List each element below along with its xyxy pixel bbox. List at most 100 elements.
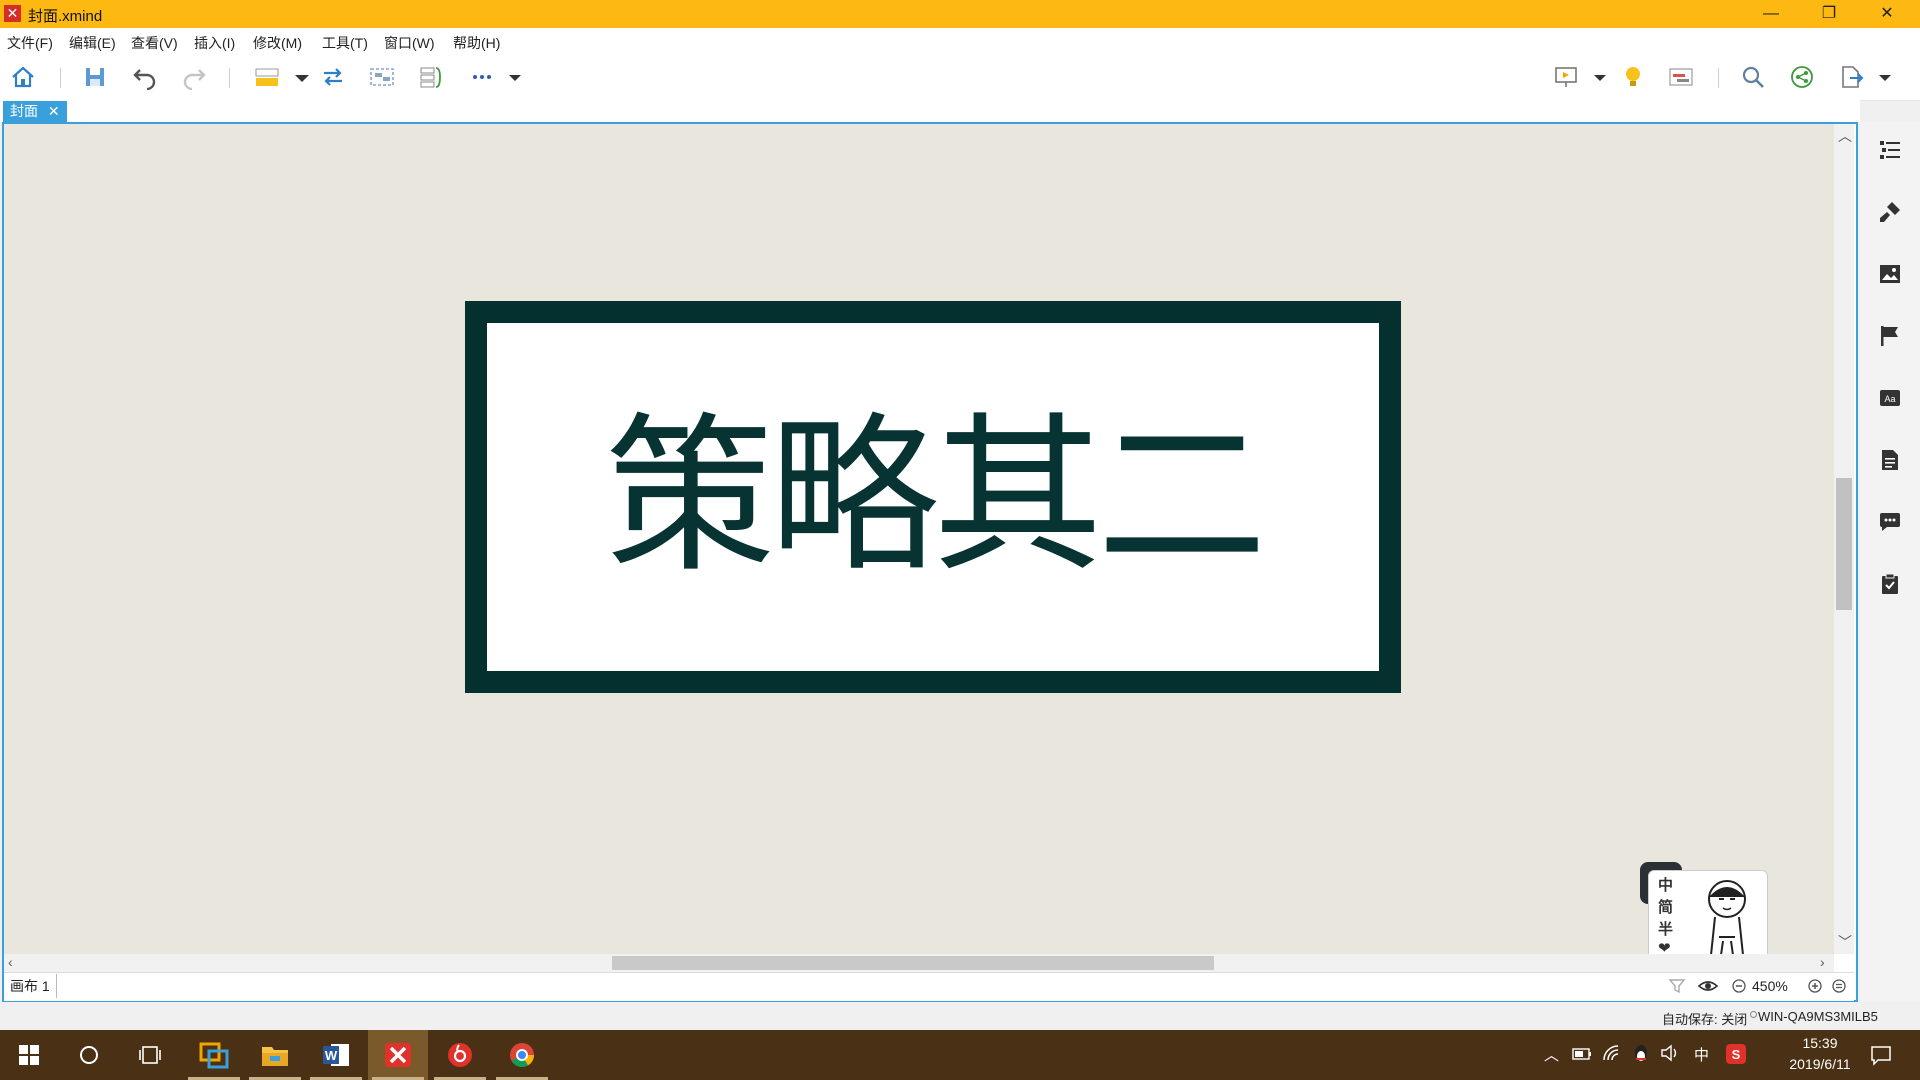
share-icon[interactable] [1789,64,1815,90]
taskbar-app-xmind[interactable] [368,1030,428,1080]
close-button[interactable]: ✕ [1864,0,1910,28]
notes-icon[interactable] [1878,448,1902,472]
zoom-level[interactable]: 450% [1752,978,1788,994]
style-icon[interactable]: Aa [1878,386,1902,410]
ime-mode-halfwidth[interactable]: 半 [1658,918,1673,939]
ime-indicator[interactable]: 中 [1694,1044,1709,1065]
tab-label: 封面 [10,103,38,119]
window-title: 封面.xmind [28,8,103,25]
menu-window[interactable]: 窗口(W) [384,33,435,53]
sheet-tab[interactable]: 画布 1 [4,974,57,998]
image-icon[interactable] [1878,262,1902,286]
search-icon[interactable] [1740,64,1766,90]
gantt-icon[interactable] [1668,64,1694,90]
clock-date[interactable]: 2019/6/11 [1770,1056,1870,1072]
eye-icon[interactable] [1698,977,1718,995]
menu-file[interactable]: 文件(F) [7,33,53,53]
home-icon[interactable] [10,64,36,90]
toolbar [0,54,1920,101]
autosave-status[interactable]: 自动保存: 关闭 [1662,1009,1747,1028]
svg-text:W: W [325,1048,338,1063]
taskbar-app-remote[interactable] [184,1030,244,1080]
right-side-panel [1860,122,1920,1002]
taskbar-app-explorer[interactable] [245,1030,305,1080]
xmind-icon[interactable]: ✕ [4,5,21,22]
menu-help[interactable]: 帮助(H) [453,33,500,53]
export-icon[interactable] [1838,64,1864,90]
svg-text:Aa: Aa [1884,394,1895,404]
volume-icon[interactable] [1660,1044,1680,1062]
topic-icon[interactable] [254,64,280,90]
tab-cover[interactable]: 封面 ✕ [3,101,67,122]
menu-view[interactable]: 查看(V) [131,33,178,53]
status-bar [0,1002,1920,1030]
tray-expand-icon[interactable]: ︿ [1544,1044,1559,1065]
zoom-in-icon[interactable] [1807,978,1823,994]
svg-text:S: S [1732,1047,1741,1062]
menu-tools[interactable]: 工具(T) [322,33,368,53]
battery-icon[interactable] [1572,1046,1592,1062]
save-icon[interactable] [82,64,108,90]
scroll-down-icon[interactable]: ﹀ [1838,932,1852,952]
menu-modify[interactable]: 修改(M) [253,33,302,53]
minimize-button[interactable]: — [1748,0,1794,28]
menu-bar: 文件(F) 编辑(E) 查看(V) 插入(I) 修改(M) 工具(T) 窗口(W… [0,28,1920,54]
taskbar-app-music[interactable] [430,1030,490,1080]
chrome-icon [510,1043,534,1068]
format-brush-icon[interactable] [1878,200,1902,224]
export-dropdown-icon[interactable] [1872,64,1898,90]
xmind-icon [385,1043,411,1067]
file-explorer-icon [262,1047,288,1066]
vertical-scroll-thumb[interactable] [1836,478,1852,610]
relationship-icon[interactable] [320,64,346,90]
outliner-icon[interactable] [1878,138,1902,162]
word-icon: W [323,1044,349,1066]
comments-icon[interactable] [1878,510,1902,534]
presentation-icon[interactable] [1554,64,1580,90]
scroll-left-icon[interactable]: ‹ [8,954,13,970]
editor-tab-strip [0,100,1860,122]
wifi-icon[interactable] [1602,1044,1622,1062]
horizontal-scroll-thumb[interactable] [612,956,1214,970]
user-status-icon [1750,1011,1757,1018]
start-icon[interactable] [18,1044,40,1066]
host-name[interactable]: WIN-QA9MS3MILB5 [1758,1009,1878,1024]
presentation-dropdown-icon[interactable] [1587,64,1613,90]
tab-close-icon[interactable]: ✕ [48,103,60,119]
flag-icon[interactable] [1878,324,1902,348]
restore-button[interactable]: ❐ [1806,0,1852,28]
menu-edit[interactable]: 编辑(E) [69,33,116,53]
task-view-icon[interactable] [138,1044,162,1066]
more-dropdown-icon[interactable] [502,64,528,90]
sheet-status-row [4,972,1854,1001]
central-topic-label[interactable]: 策略其二 [465,301,1401,693]
menu-insert[interactable]: 插入(I) [194,33,235,53]
ime-mode-simplified[interactable]: 简 [1658,896,1673,917]
topic-dropdown-icon[interactable] [289,64,315,90]
clock-time[interactable]: 15:39 [1785,1035,1855,1051]
undo-icon[interactable] [132,64,158,90]
remote-desktop-icon [199,1042,229,1069]
netease-music-icon [448,1043,472,1067]
scroll-right-icon[interactable]: › [1820,954,1825,970]
qq-icon[interactable] [1632,1044,1650,1064]
filter-icon[interactable] [1668,977,1686,995]
summary-icon[interactable] [418,64,444,90]
toolbar-separator [60,68,61,88]
toolbar-separator [1718,68,1719,88]
idea-icon[interactable] [1620,64,1646,90]
boundary-icon[interactable] [369,64,395,90]
sogou-ime-icon[interactable]: S [1726,1044,1746,1064]
fit-map-icon[interactable] [1831,978,1847,994]
redo-icon[interactable] [181,64,207,90]
ime-mode-chinese[interactable]: 中 [1658,874,1673,895]
zoom-out-icon[interactable] [1731,978,1747,994]
notification-center-icon[interactable] [1870,1044,1892,1066]
scroll-up-icon[interactable]: ︿ [1838,126,1852,146]
taskbar-app-word[interactable]: W [306,1030,366,1080]
ime-avatar-icon [1708,880,1746,956]
search-circle-icon[interactable] [78,1044,100,1066]
taskbar-app-chrome[interactable] [492,1030,552,1080]
more-icon[interactable] [469,64,495,90]
task-icon[interactable] [1878,572,1902,596]
